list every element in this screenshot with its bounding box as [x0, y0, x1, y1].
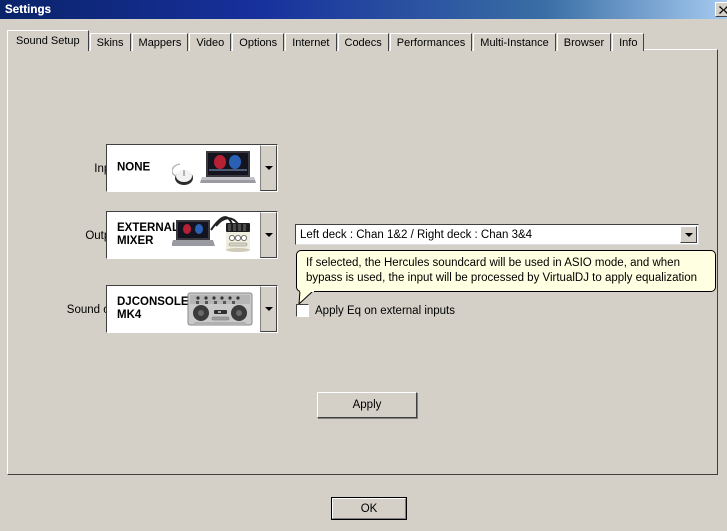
ok-button-label: OK: [360, 502, 378, 515]
outputs-value: EXTERNAL MIXER: [117, 222, 179, 247]
tab-browser[interactable]: Browser: [556, 33, 612, 51]
laptop-mouse-icon: [171, 145, 256, 191]
soundcard-combobox[interactable]: DJCONSOLE MK4: [106, 285, 278, 333]
tab-mappers[interactable]: Mappers: [131, 33, 189, 51]
eq-tooltip: If selected, the Hercules soundcard will…: [296, 250, 716, 292]
tab-options[interactable]: Options: [232, 33, 285, 51]
dj-controller-icon: [172, 286, 256, 332]
tab-strip: Sound Setup Skins Mappers Video Options …: [7, 30, 645, 51]
deck-routing-combobox[interactable]: Left deck : Chan 1&2 / Right deck : Chan…: [295, 224, 699, 245]
inputs-dropdown-button[interactable]: [260, 145, 277, 191]
deck-routing-value: Left deck : Chan 1&2 / Right deck : Chan…: [300, 228, 533, 241]
chevron-down-icon: [684, 232, 693, 237]
apply-button-label: Apply: [352, 399, 382, 411]
outputs-dropdown-button[interactable]: [260, 212, 277, 258]
inputs-combobox-display: NONE: [107, 145, 260, 191]
apply-button[interactable]: Apply: [317, 392, 417, 418]
close-icon[interactable]: [715, 2, 727, 17]
inputs-value: NONE: [117, 161, 151, 174]
apply-eq-label: Apply Eq on external inputs: [315, 304, 456, 317]
soundcard-dropdown-button[interactable]: [260, 286, 277, 332]
ok-button-face: OK: [332, 498, 406, 519]
close-glyph: [718, 5, 727, 14]
settings-window: Settings Sound Setup Skins Mappers Video…: [0, 0, 727, 531]
chevron-down-icon: [264, 233, 273, 237]
chevron-down-icon: [264, 166, 273, 170]
title-bar[interactable]: Settings: [0, 0, 727, 19]
ok-button[interactable]: OK: [331, 497, 407, 520]
tab-multi-instance[interactable]: Multi-Instance: [473, 33, 556, 51]
chevron-down-icon: [264, 307, 273, 311]
tab-sound-setup[interactable]: Sound Setup: [7, 30, 89, 51]
tab-skins[interactable]: Skins: [89, 33, 131, 51]
tab-video[interactable]: Video: [189, 33, 232, 51]
window-title: Settings: [5, 3, 52, 16]
tab-codecs[interactable]: Codecs: [337, 33, 389, 51]
inputs-combobox[interactable]: NONE: [106, 144, 278, 192]
laptop-mixer-icon: [171, 212, 256, 258]
deck-routing-dropdown-button[interactable]: [680, 226, 697, 243]
soundcard-combobox-display: DJCONSOLE MK4: [107, 286, 260, 332]
outputs-combobox[interactable]: EXTERNAL MIXER: [106, 211, 278, 259]
tab-info[interactable]: Info: [612, 33, 645, 51]
apply-eq-checkbox-row[interactable]: Apply Eq on external inputs: [296, 304, 455, 317]
tab-performances[interactable]: Performances: [389, 33, 473, 51]
eq-tooltip-tail: [298, 290, 315, 306]
eq-tooltip-text: If selected, the Hercules soundcard will…: [306, 257, 698, 284]
tab-internet[interactable]: Internet: [285, 33, 337, 51]
apply-eq-checkbox[interactable]: [296, 304, 309, 317]
outputs-combobox-display: EXTERNAL MIXER: [107, 212, 260, 258]
